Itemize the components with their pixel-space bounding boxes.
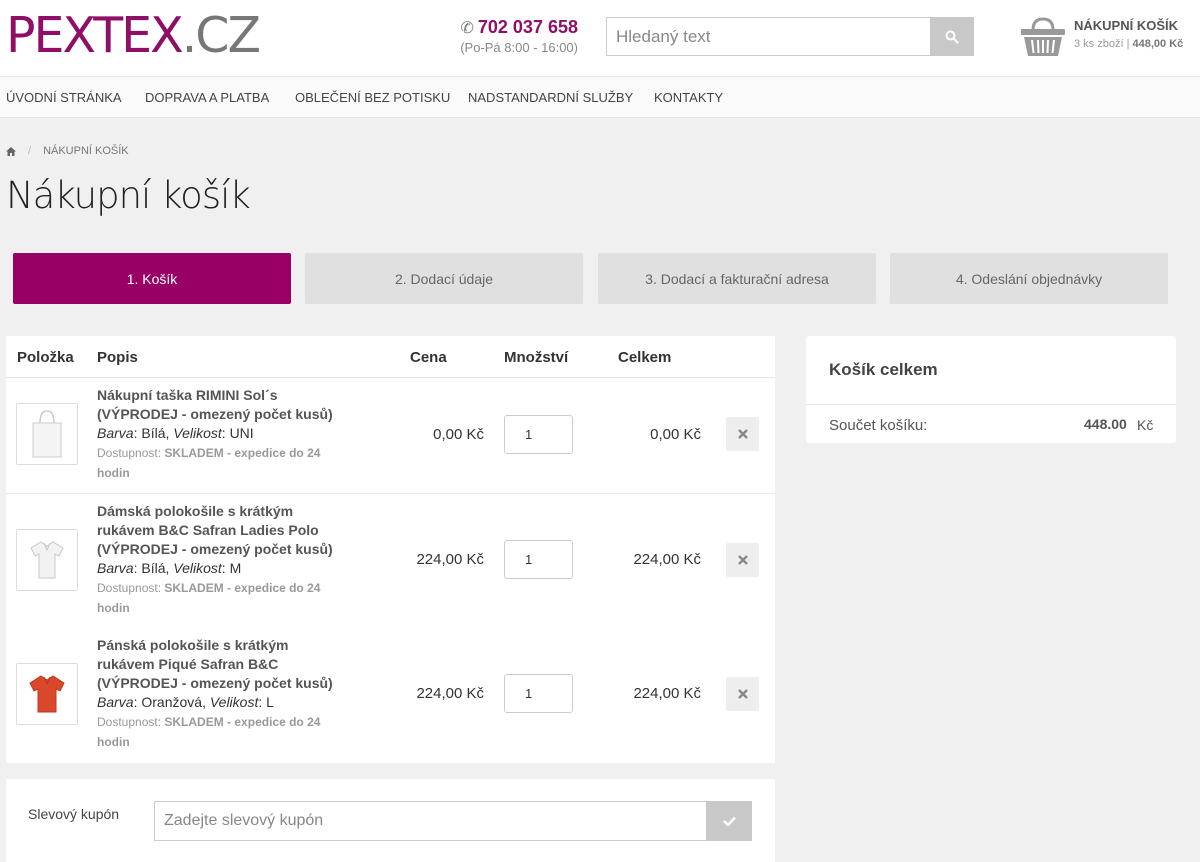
remove-icon <box>737 689 748 699</box>
row-price: 224,00 Kč <box>416 551 484 568</box>
white-polo-image <box>30 541 64 579</box>
search-button[interactable] <box>930 17 974 56</box>
remove-item-button[interactable] <box>726 677 759 711</box>
basket-icon[interactable] <box>1019 16 1067 58</box>
summary-currency: Kč <box>1137 417 1154 433</box>
product-name[interactable]: Dámská polokošile s krátkým rukávem B&C S… <box>97 502 377 559</box>
row-total: 224,00 Kč <box>633 551 701 568</box>
coupon-input[interactable] <box>154 801 706 841</box>
apply-coupon-button[interactable] <box>706 801 752 841</box>
orange-polo-image <box>29 675 65 713</box>
contact-phone: ✆ 702 037 658 (Po-Pá 8:00 - 16:00) <box>444 17 578 56</box>
summary-divider <box>806 404 1176 405</box>
product-description: Dámská polokošile s krátkým rukávem B&C S… <box>97 502 377 618</box>
nav-item-clothing[interactable]: OBLEČENÍ BEZ POTISKU <box>295 90 450 105</box>
product-thumbnail[interactable] <box>16 403 78 465</box>
phone-hours: (Po-Pá 8:00 - 16:00) <box>460 40 578 55</box>
product-thumbnail[interactable] <box>16 663 78 725</box>
check-icon <box>722 816 736 826</box>
logo-main-text: PEXTEX <box>6 7 184 64</box>
breadcrumb-current: NÁKUPNÍ KOŠÍK <box>43 145 129 157</box>
home-icon[interactable] <box>6 146 16 156</box>
product-attributes: Barva: Oranžová, Velikost: L <box>97 694 274 710</box>
row-price: 0,00 Kč <box>433 426 484 443</box>
col-header-price: Cena <box>410 349 447 366</box>
search-input[interactable] <box>606 17 930 56</box>
breadcrumb: / NÁKUPNÍ KOŠÍK <box>6 145 129 157</box>
page-title: Nákupní košík <box>6 174 251 217</box>
product-description: Pánská polokošile s krátkým rukávem Piqué… <box>97 636 377 752</box>
product-description: Nákupní taška RIMINI Sol´s (VÝPRODEJ - om… <box>97 386 377 483</box>
row-total: 0,00 Kč <box>650 426 701 443</box>
summary-title: Košík celkem <box>829 360 938 379</box>
quantity-input[interactable] <box>504 415 573 454</box>
row-price: 224,00 Kč <box>416 685 484 702</box>
remove-item-button[interactable] <box>726 543 759 577</box>
step-delivery-details[interactable]: 2. Dodací údaje <box>305 253 583 304</box>
summary-sum-value: 448.00 <box>1084 416 1127 432</box>
remove-item-button[interactable] <box>726 417 759 451</box>
search-icon <box>945 30 959 44</box>
col-header-item: Položka <box>17 349 74 366</box>
logo-suffix-text: .CZ <box>181 7 261 64</box>
row-divider <box>6 493 775 494</box>
row-total: 224,00 Kč <box>633 685 701 702</box>
quantity-input[interactable] <box>504 540 573 579</box>
cart-summary: Košík celkem Součet košíku: 448.00 Kč <box>806 336 1176 443</box>
header-cart-summary: 3 ks zboží | 448,00 Kč <box>1074 38 1184 50</box>
summary-sum-label: Součet košíku: <box>829 417 928 434</box>
nav-item-services[interactable]: NADSTANDARDNÍ SLUŽBY <box>468 90 633 105</box>
phone-number[interactable]: 702 037 658 <box>478 17 578 37</box>
step-address[interactable]: 3. Dodací a fakturační adresa <box>598 253 876 304</box>
coupon-panel: Slevový kupón <box>6 779 775 862</box>
tote-bag-image <box>32 410 62 458</box>
phone-icon: ✆ <box>460 20 474 37</box>
product-name[interactable]: Pánská polokošile s krátkým rukávem Piqué… <box>97 636 377 693</box>
nav-item-contacts[interactable]: KONTAKTY <box>654 90 723 105</box>
product-name[interactable]: Nákupní taška RIMINI Sol´s (VÝPRODEJ - om… <box>97 386 377 424</box>
step-cart[interactable]: 1. Košík <box>13 253 291 304</box>
product-availability: Dostupnost: SKLADEM - expedice do 24 hodi… <box>97 446 321 480</box>
main-nav: ÚVODNÍ STRÁNKA DOPRAVA A PLATBA OBLEČENÍ… <box>0 76 1200 118</box>
header-divider <box>6 377 775 378</box>
product-thumbnail[interactable] <box>16 529 78 591</box>
col-header-description: Popis <box>97 349 138 366</box>
site-header: PEXTEX.CZ ✆ 702 037 658 (Po-Pá 8:00 - 16:… <box>0 0 1200 76</box>
step-submit-order[interactable]: 4. Odeslání objednávky <box>890 253 1168 304</box>
quantity-input[interactable] <box>504 674 573 713</box>
col-header-total: Celkem <box>618 349 672 366</box>
col-header-quantity: Množství <box>504 349 569 366</box>
breadcrumb-separator: / <box>28 145 32 157</box>
coupon-label: Slevový kupón <box>28 806 120 822</box>
remove-icon <box>737 555 748 565</box>
header-cart-title[interactable]: NÁKUPNÍ KOŠÍK <box>1074 18 1178 33</box>
product-availability: Dostupnost: SKLADEM - expedice do 24 hodi… <box>97 581 321 615</box>
product-attributes: Barva: Bílá, Velikost: M <box>97 560 242 576</box>
product-availability: Dostupnost: SKLADEM - expedice do 24 hodi… <box>97 715 321 749</box>
remove-icon <box>737 429 748 439</box>
nav-item-home[interactable]: ÚVODNÍ STRÁNKA <box>6 90 122 105</box>
nav-item-shipping[interactable]: DOPRAVA A PLATBA <box>145 90 269 105</box>
cart-table: Položka Popis Cena Množství Celkem Nákup… <box>6 336 775 763</box>
site-logo[interactable]: PEXTEX.CZ <box>6 7 261 64</box>
product-attributes: Barva: Bílá, Velikost: UNI <box>97 425 254 441</box>
